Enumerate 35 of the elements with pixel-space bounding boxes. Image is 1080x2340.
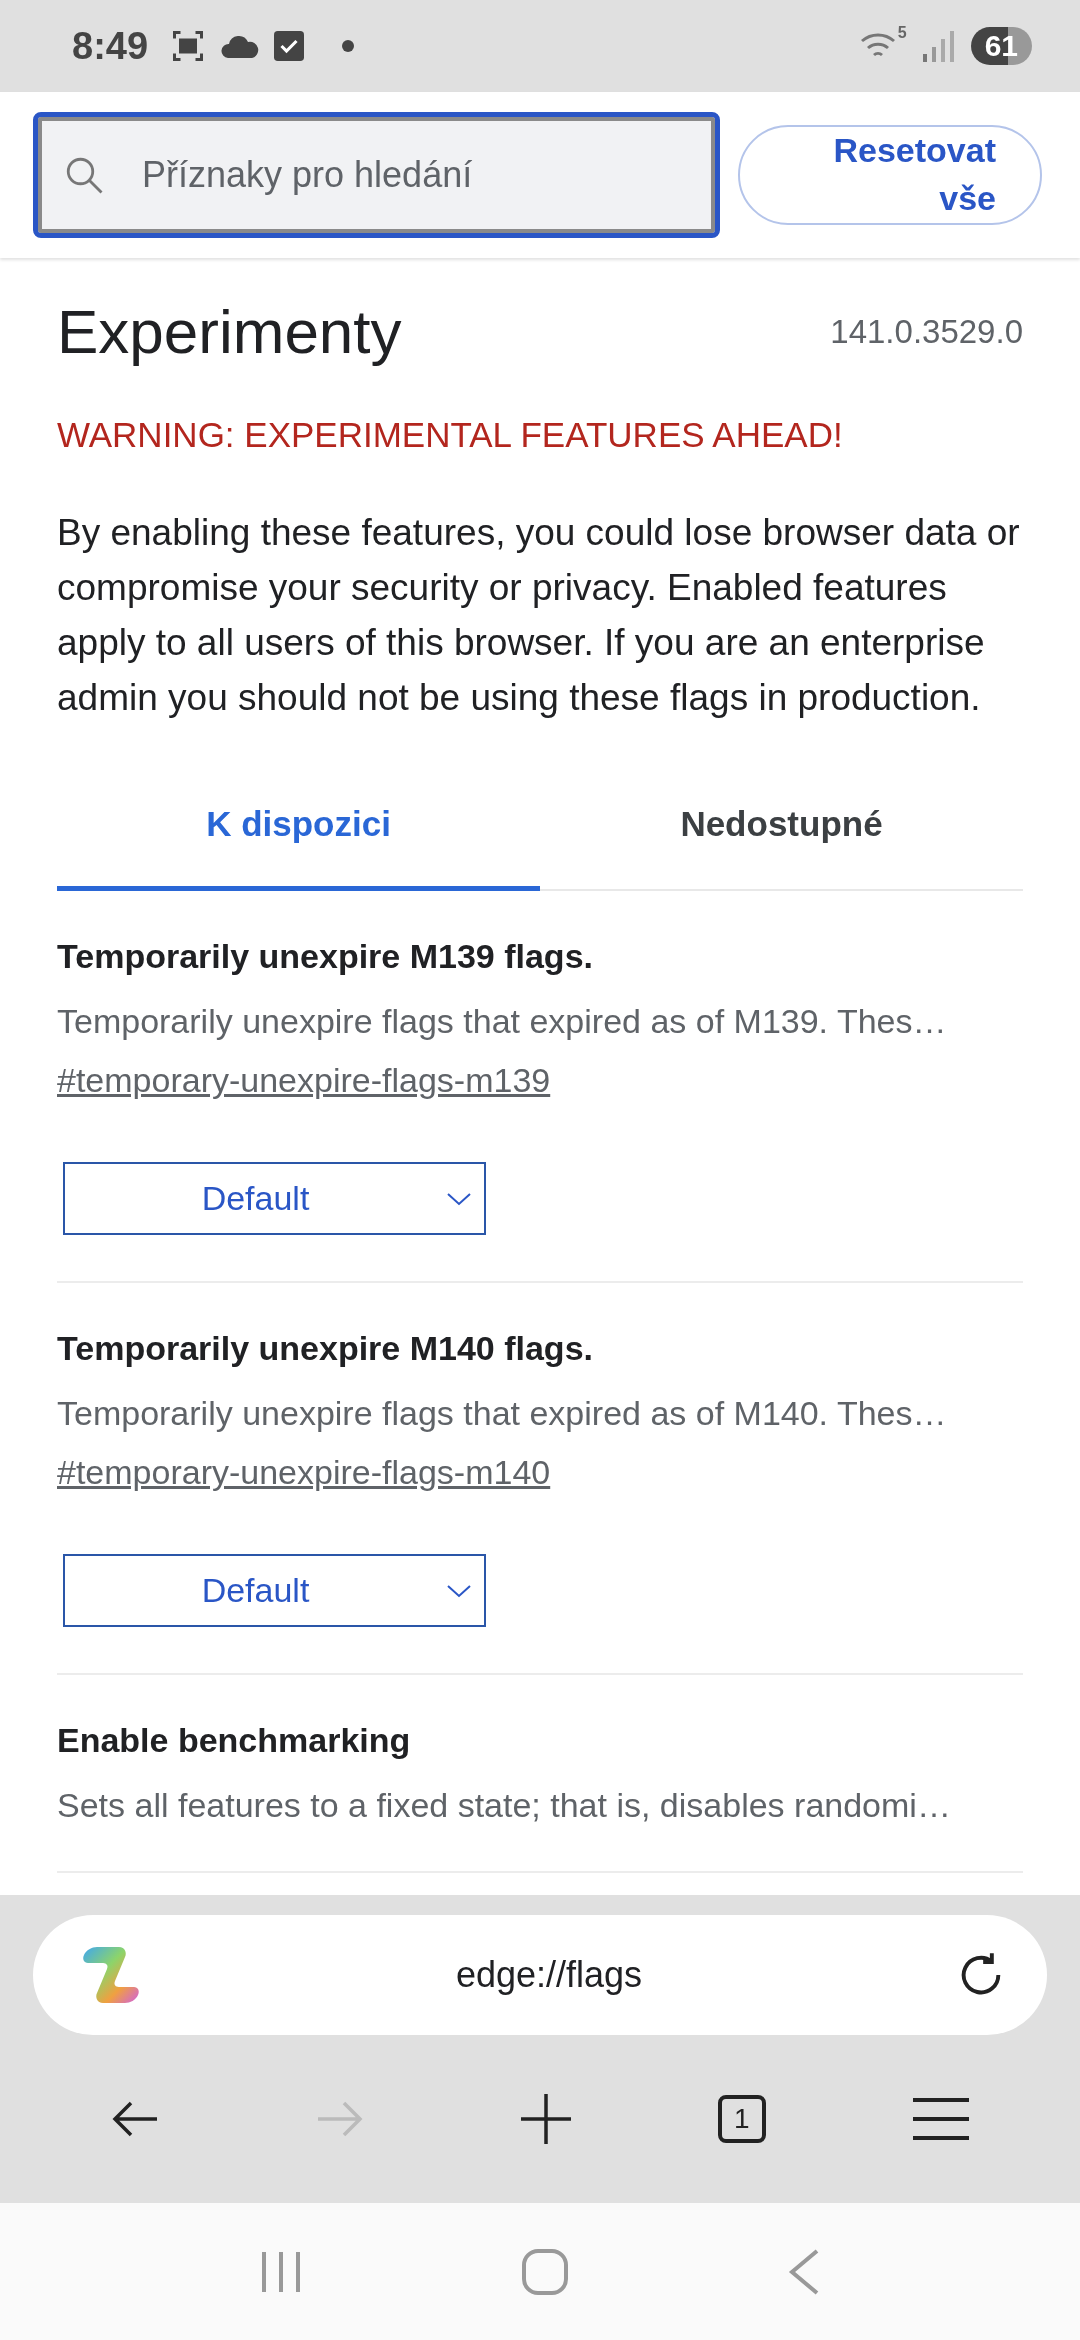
dot-icon <box>342 40 355 52</box>
flag-description: Temporarily unexpire flags that expired as of M139. Thes… <box>57 1002 948 1041</box>
home-icon[interactable] <box>522 2248 568 2295</box>
reset-all-button[interactable]: Resetovat vše <box>738 125 1042 225</box>
signal-icon <box>920 28 957 64</box>
checkbox-icon <box>274 31 305 61</box>
flag-link[interactable]: #temporary-unexpire-flags-m140 <box>57 1453 551 1492</box>
plus-icon[interactable] <box>521 2094 571 2144</box>
version-label: 141.0.3529.0 <box>830 312 1023 351</box>
flag-description: Sets all features to a fixed state; that is, disables randomi… <box>57 1786 952 1825</box>
back-icon[interactable] <box>788 2248 820 2295</box>
warning-text: WARNING: EXPERIMENTAL FEATURES AHEAD! <box>57 415 844 455</box>
tab[interactable]: K dispozici <box>57 761 540 891</box>
battery-level: 61 <box>970 27 1032 65</box>
flag-dropdown[interactable]: Default <box>63 1554 486 1627</box>
chevron-down-icon <box>446 1190 472 1207</box>
chevron-down-icon <box>446 1582 472 1599</box>
flag-title: Temporarily unexpire M140 flags. <box>57 1329 594 1368</box>
tab[interactable]: Nedostupné <box>540 761 1023 891</box>
flag-dropdown[interactable]: Default <box>63 1162 486 1235</box>
flag-link[interactable]: #temporary-unexpire-flags-m139 <box>57 1061 551 1100</box>
status-time: 8:49 <box>72 24 149 68</box>
flag-description: Temporarily unexpire flags that expired as of M140. Thes… <box>57 1394 948 1433</box>
intro-paragraph: By enabling these features, you could lose browser data or compromise your security or privacy. Enabled features apply to all users of this browser. If you are an enterprise admin you should not be using these flags in production. <box>57 511 1021 720</box>
address-bar[interactable]: edge://flags <box>33 1915 1047 2035</box>
menu-icon[interactable] <box>912 2098 969 2140</box>
recent-apps-icon[interactable] <box>260 2249 302 2294</box>
wifi-band-label: 5 <box>897 24 907 42</box>
url-text: edge://flags <box>454 1954 644 1996</box>
back-arrow-icon[interactable] <box>111 2099 160 2139</box>
flag-title: Enable benchmarking <box>57 1721 412 1760</box>
tab-count-button[interactable]: 1 <box>717 2095 766 2143</box>
page-title: Experimenty <box>57 296 402 367</box>
flag-title: Temporarily unexpire M139 flags. <box>57 937 594 976</box>
search-field[interactable]: Příznaky pro hledání <box>33 112 720 238</box>
